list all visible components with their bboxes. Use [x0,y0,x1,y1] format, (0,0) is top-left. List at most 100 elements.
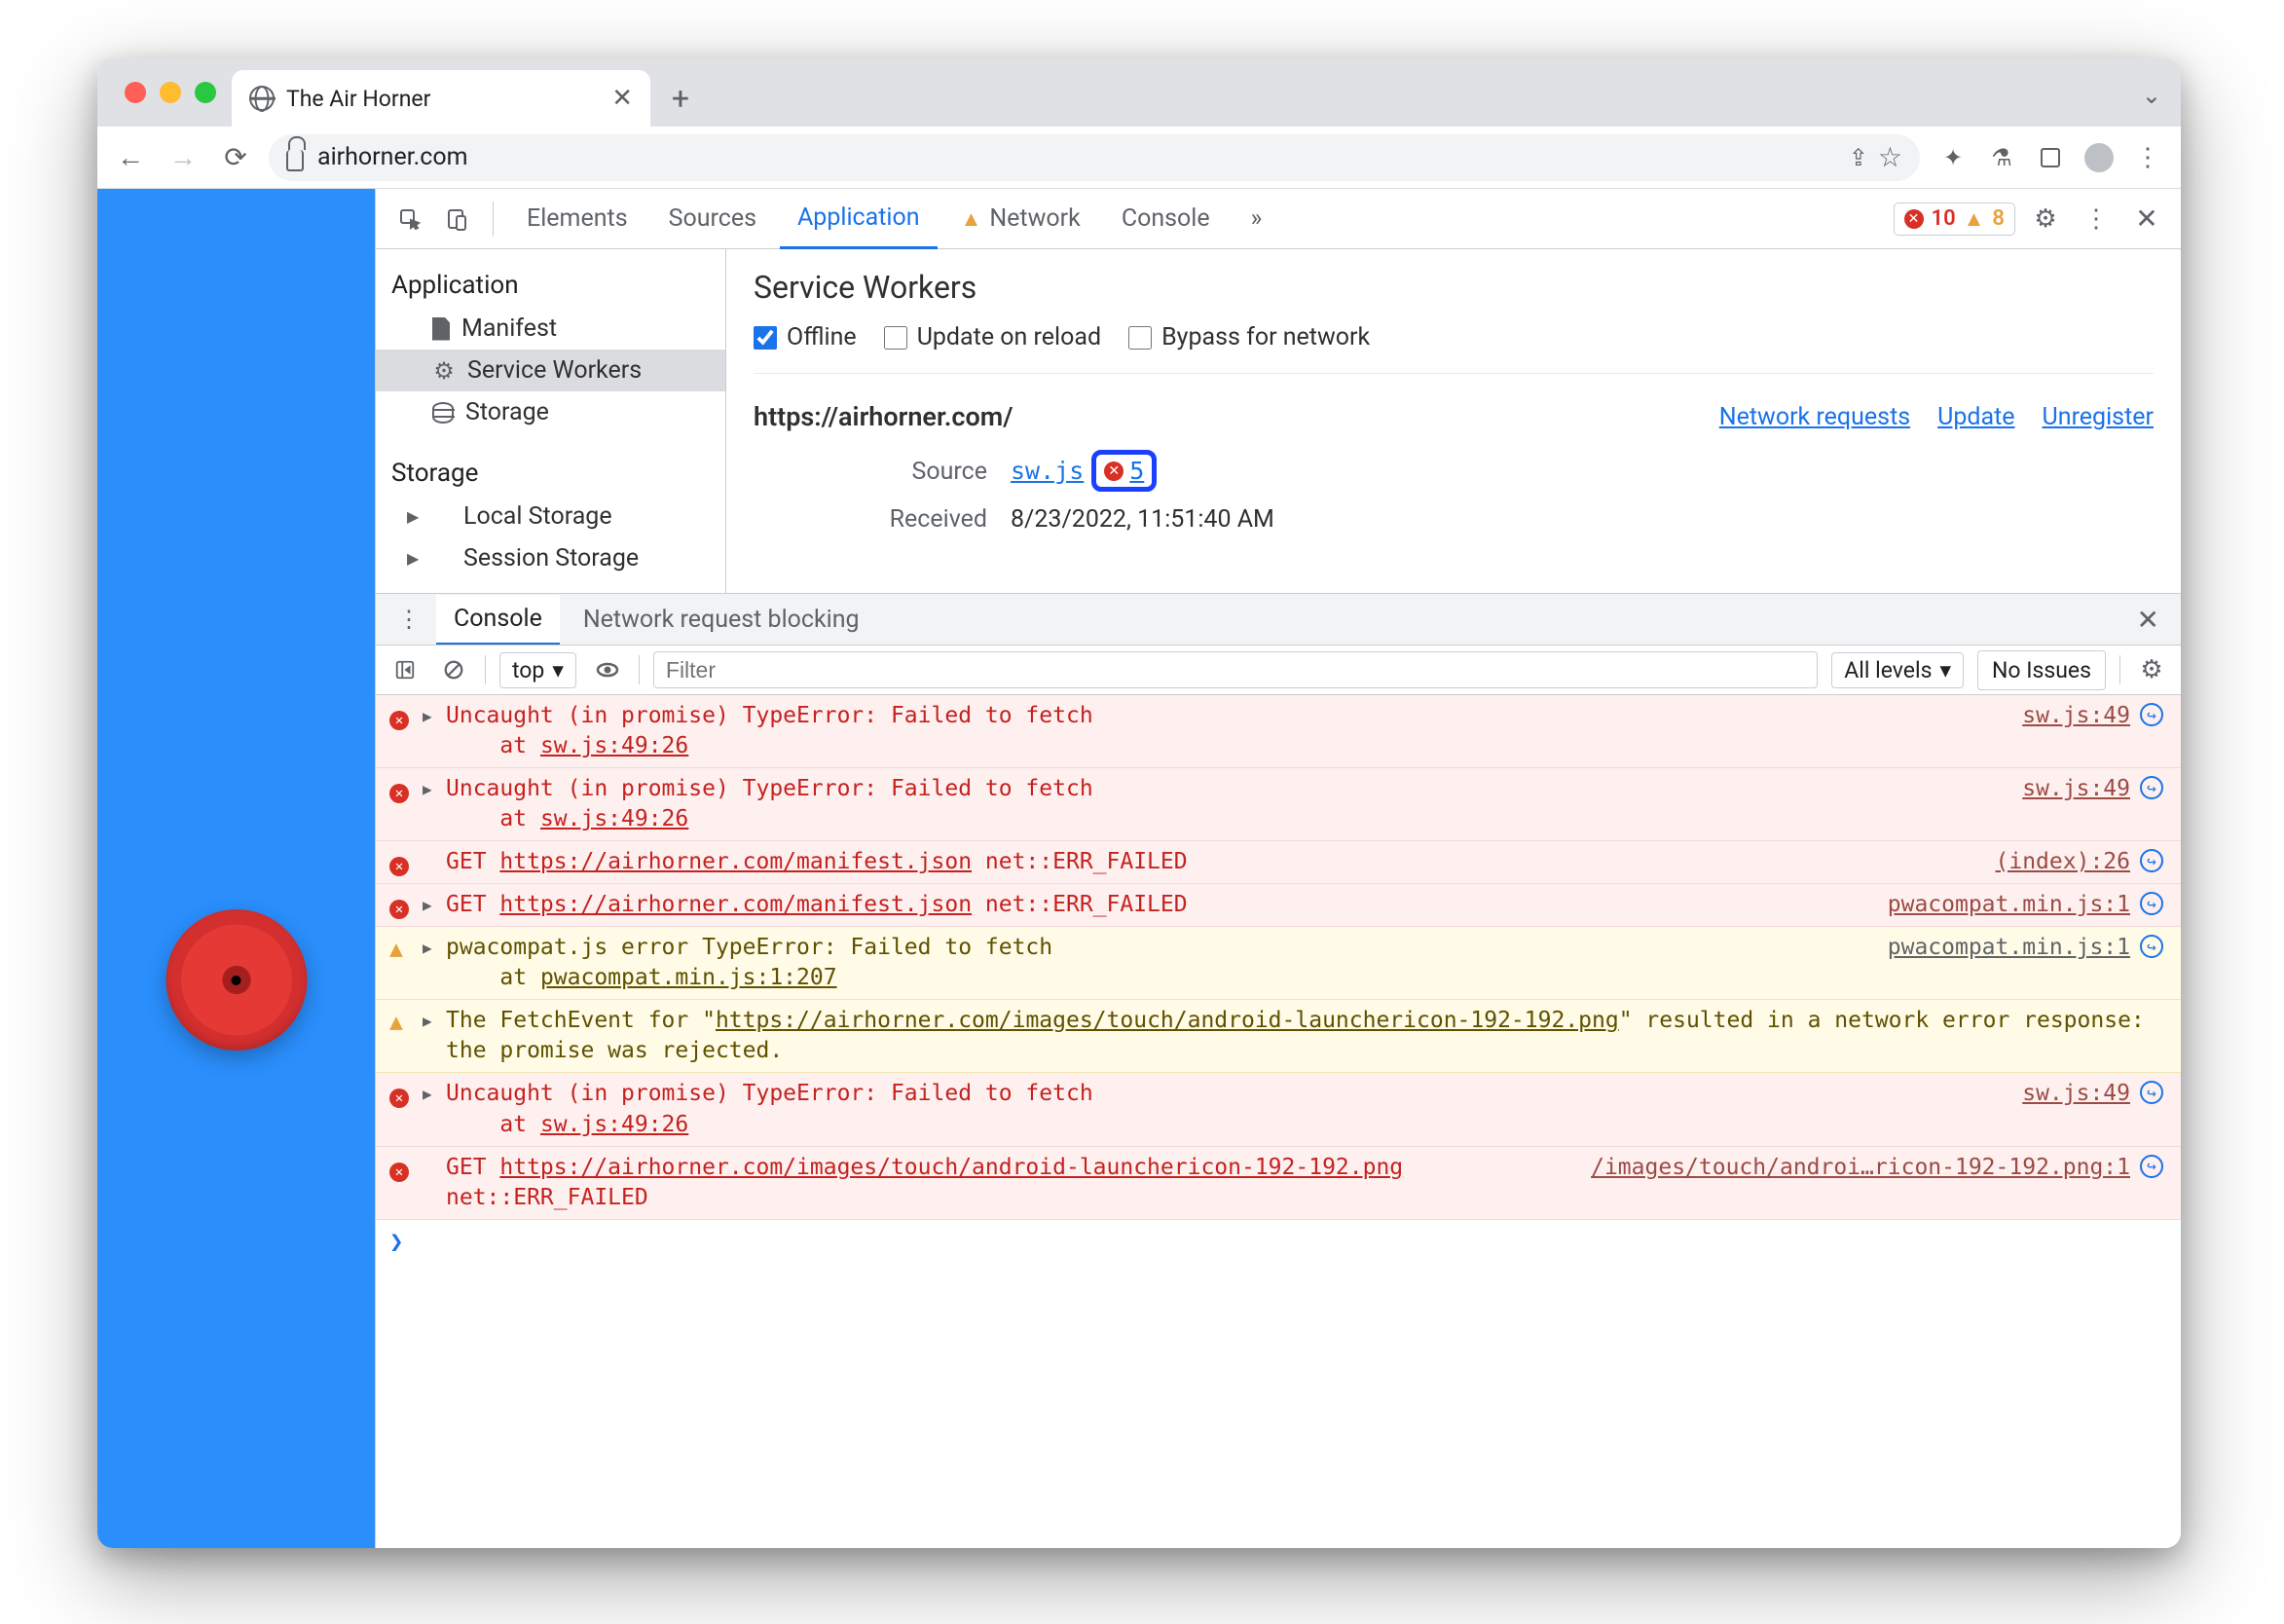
warning-icon: ▲ [1964,206,1985,232]
app-content [97,189,375,1548]
update-on-reload-checkbox[interactable]: Update on reload [884,323,1101,351]
profile-avatar[interactable] [2080,138,2118,177]
issues-button[interactable]: No Issues [1977,650,2106,690]
close-window[interactable] [125,82,146,103]
bookmark-icon[interactable]: ☆ [1878,141,1902,173]
sw-source-link[interactable]: sw.js [1011,457,1084,485]
network-requests-link[interactable]: Network requests [1719,403,1910,431]
log-levels-selector[interactable]: All levels▾ [1831,652,1964,688]
live-expression-icon[interactable] [590,652,625,687]
service-workers-panel: Service Workers Offline Update on reload… [726,249,2181,593]
console-error-row: ✕▶Uncaught (in promise) TypeError: Faile… [376,695,2181,768]
device-toggle-icon[interactable] [436,207,477,231]
disclosure-icon[interactable]: ▶ [423,1006,436,1030]
console-toolbar: top▾ All levels▾ No Issues ⚙ [376,645,2181,695]
log-source-link[interactable]: sw.js:49 [2022,774,2130,801]
console-prompt[interactable]: ❯ [376,1220,2181,1263]
navigate-icon[interactable]: ↪ [2140,701,2167,726]
console-error-row: ✕▶Uncaught (in promise) TypeError: Faile… [376,1073,2181,1146]
log-message: Uncaught (in promise) TypeError: Failed … [446,774,2012,834]
back-button[interactable]: ← [111,138,150,177]
sidebar-item-local-storage[interactable]: ▶Local Storage [376,496,725,537]
sw-error-count[interactable]: 5 [1129,457,1144,485]
warning-icon: ▲ [389,933,413,962]
disclosure-icon[interactable]: ▶ [423,701,436,725]
minimize-window[interactable] [160,82,181,103]
tab-network[interactable]: ▲Network [943,189,1098,248]
navigate-icon[interactable]: ↪ [2140,774,2167,799]
log-source-link[interactable]: sw.js:49 [2022,1079,2130,1106]
tab-elements[interactable]: Elements [509,189,645,248]
log-source-link[interactable]: /images/touch/androi…ricon-192-192.png:1 [1591,1153,2130,1180]
tab-application[interactable]: Application [780,190,938,249]
disclosure-icon[interactable]: ▶ [423,1079,436,1103]
devtools-drawer: ⋮ Console Network request blocking ✕ top… [376,593,2181,1548]
error-icon: ✕ [389,701,413,730]
sidebar-item-session-storage[interactable]: ▶Session Storage [376,537,725,579]
console-warning-row: ▲ ▶ pwacompat.js error TypeError: Failed t… [376,927,2181,1000]
navigate-icon[interactable]: ↪ [2140,933,2167,958]
drawer-tab-console[interactable]: Console [436,595,560,646]
bypass-checkbox[interactable]: Bypass for network [1128,323,1370,351]
unregister-link[interactable]: Unregister [2043,403,2154,431]
log-source-link[interactable]: (index):26 [1996,847,2130,874]
console-error-row: ✕▶GET https://airhorner.com/manifest.jso… [376,884,2181,927]
clear-console-icon[interactable] [436,652,471,687]
tabs-overflow-icon[interactable]: ⌄ [2142,82,2161,109]
tab-close-icon[interactable]: ✕ [611,84,633,113]
tabs-more-icon[interactable]: » [1234,189,1280,248]
address-bar[interactable]: airhorner.com ⇪ ☆ [269,134,1920,181]
tab-title: The Air Horner [286,86,430,112]
sidebar-item-storage[interactable]: Storage [376,391,725,433]
disclosure-icon[interactable]: ▶ [423,890,436,914]
browser-tab[interactable]: The Air Horner ✕ [232,70,650,127]
new-tab-button[interactable]: + [656,74,705,123]
drawer-tab-nrb[interactable]: Network request blocking [566,594,877,645]
airhorn-button[interactable] [166,909,307,1051]
drawer-close-icon[interactable]: ✕ [2127,604,2169,636]
console-settings-icon[interactable]: ⚙ [2134,652,2169,687]
log-message: pwacompat.js error TypeError: Failed to … [446,933,1878,993]
error-icon: ✕ [1904,209,1924,229]
update-link[interactable]: Update [1937,403,2014,431]
browser-menu-icon[interactable]: ⋮ [2128,138,2167,177]
disclosure-icon[interactable]: ▶ [423,933,436,957]
extensions-icon[interactable]: ✦ [1934,138,1972,177]
labs-icon[interactable]: ⚗ [1982,138,2021,177]
log-source-link[interactable]: pwacompat.min.js:1 [1888,890,2130,917]
devtools-menu-icon[interactable]: ⋮ [2076,204,2117,234]
context-selector[interactable]: top▾ [499,652,576,688]
devtools-close-icon[interactable]: ✕ [2126,203,2167,235]
log-message: The FetchEvent for "https://airhorner.co… [446,1006,2167,1066]
sw-options: Offline Update on reload Bypass for netw… [754,323,2154,374]
console-warning-row: ▲▶The FetchEvent for "https://airhorner.… [376,1000,2181,1073]
inspect-icon[interactable] [389,207,430,231]
toolbar: ← → ⟳ airhorner.com ⇪ ☆ ✦ ⚗ ⋮ [97,127,2181,189]
share-icon[interactable]: ⇪ [1849,144,1868,171]
navigate-icon[interactable]: ↪ [2140,1079,2167,1104]
console-sidebar-toggle[interactable] [387,652,423,687]
navigate-icon[interactable]: ↪ [2140,890,2167,915]
navigate-icon[interactable]: ↪ [2140,1153,2167,1178]
settings-icon[interactable]: ⚙ [2025,204,2066,234]
application-sidebar: Application Manifest ⚙Service Workers St… [376,249,726,593]
sidebar-item-service-workers[interactable]: ⚙Service Workers [376,350,725,391]
log-source-link[interactable]: pwacompat.min.js:1 [1888,933,2130,960]
navigate-icon[interactable]: ↪ [2140,847,2167,872]
offline-checkbox[interactable]: Offline [754,323,857,351]
page-body: Elements Sources Application ▲Network Co… [97,189,2181,1548]
sidepanel-icon[interactable] [2031,138,2070,177]
drawer-menu-icon[interactable]: ⋮ [387,606,430,633]
tab-sources[interactable]: Sources [651,189,774,248]
console-error-row: ✕▶Uncaught (in promise) TypeError: Faile… [376,768,2181,841]
reload-button[interactable]: ⟳ [216,138,255,177]
console-filter-input[interactable] [653,651,1818,688]
maximize-window[interactable] [195,82,216,103]
issue-counter[interactable]: ✕10 ▲8 [1894,203,2016,236]
tab-console[interactable]: Console [1104,189,1228,248]
disclosure-icon[interactable]: ▶ [423,774,436,798]
sw-error-highlight[interactable]: ✕ 5 [1091,450,1157,492]
log-source-link[interactable]: sw.js:49 [2022,701,2130,728]
sidebar-item-manifest[interactable]: Manifest [376,308,725,350]
gear-icon: ⚙ [432,359,456,383]
